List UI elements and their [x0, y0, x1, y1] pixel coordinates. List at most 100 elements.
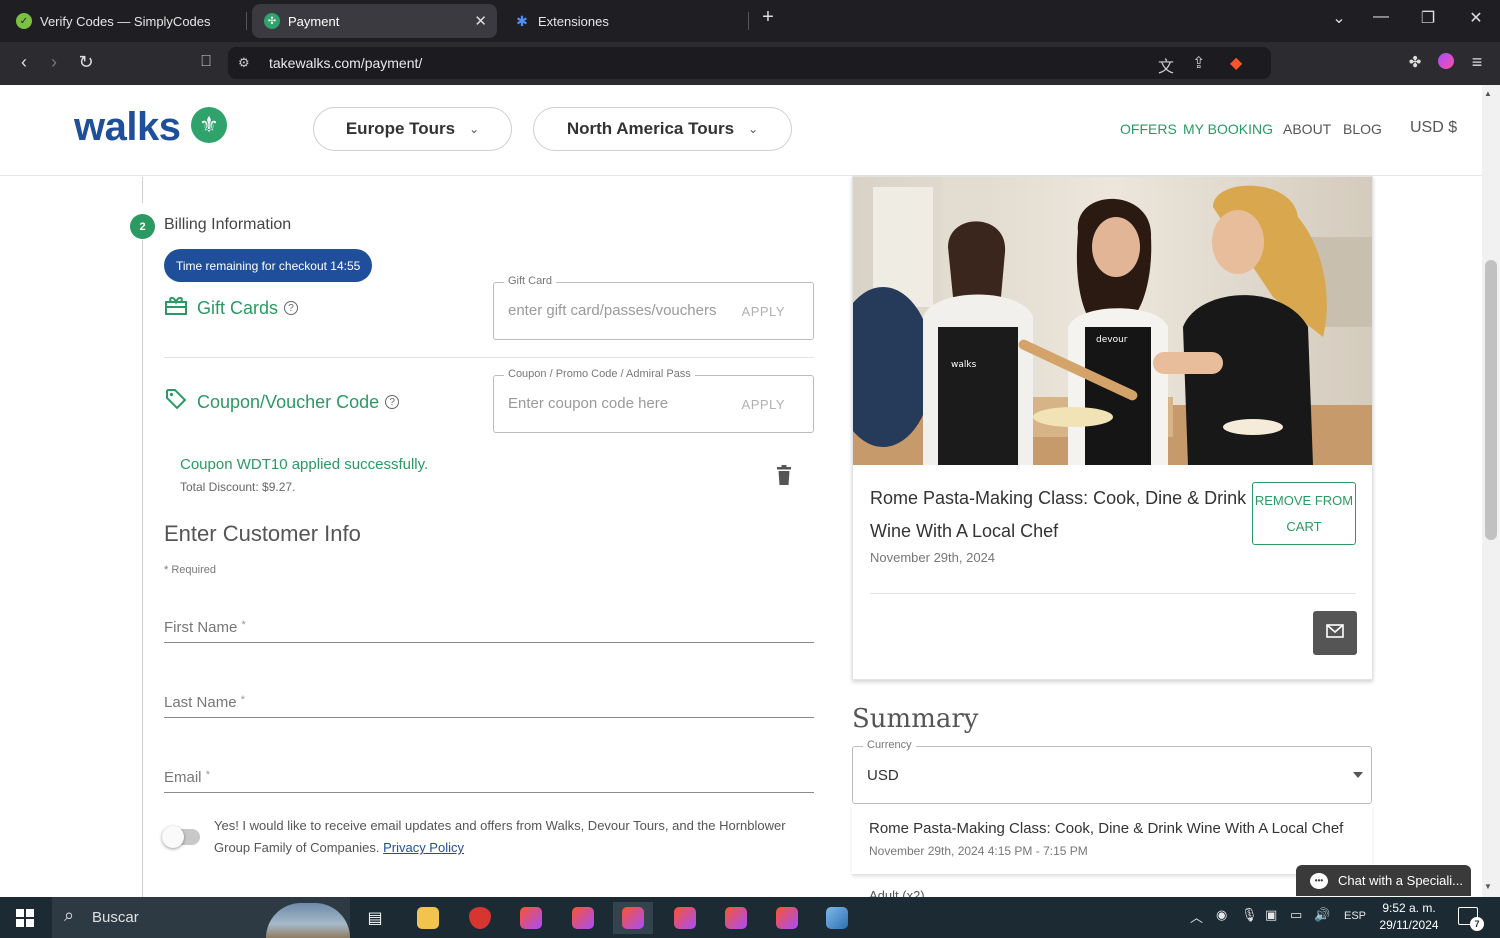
remove-from-cart-button[interactable]: REMOVE FROM CART: [1252, 482, 1356, 545]
nav-about[interactable]: ABOUT: [1283, 121, 1331, 137]
coupon-code-input[interactable]: Coupon / Promo Code / Admiral Pass Enter…: [493, 368, 814, 433]
help-icon[interactable]: ?: [385, 395, 400, 409]
tab-verify-codes[interactable]: ✓ Verify Codes — SimplyCodes: [4, 4, 242, 38]
cart-tour-name[interactable]: Rome Pasta-Making Class: Cook, Dine & Dr…: [870, 482, 1250, 548]
gift-card-apply-button[interactable]: APPLY: [742, 304, 785, 319]
email-optin-toggle[interactable]: [162, 826, 200, 848]
tab-title: Extensiones: [538, 13, 609, 29]
notification-center-icon[interactable]: 7: [1458, 907, 1484, 931]
scrollbar-thumb[interactable]: [1485, 260, 1497, 540]
search-icon: ⌕: [64, 905, 75, 925]
reload-button[interactable]: ↻: [74, 52, 98, 73]
brave-browser-icon[interactable]: [716, 902, 756, 934]
brave-rewards-icon[interactable]: [1434, 53, 1458, 74]
tray-chevron-up-icon[interactable]: ︿: [1190, 907, 1203, 926]
brave-browser-icon[interactable]: [563, 902, 603, 934]
card-divider: [870, 593, 1356, 594]
menu-icon[interactable]: ≡: [1465, 52, 1489, 73]
back-button[interactable]: ‹: [12, 52, 36, 73]
network-icon[interactable]: ▣: [1265, 907, 1277, 923]
email-field[interactable]: Email *: [164, 753, 814, 793]
summary-item-name: Rome Pasta-Making Class: Cook, Dine & Dr…: [869, 820, 1344, 837]
site-header: walks ⚜ Europe Tours ⌄ North America Tour…: [0, 85, 1482, 176]
brave-shields-icon[interactable]: ◆: [1230, 53, 1242, 73]
mail-icon: [1326, 623, 1344, 643]
brave-browser-icon[interactable]: [767, 902, 807, 934]
restore-button[interactable]: ❐: [1413, 8, 1443, 28]
nav-offers[interactable]: OFFERS: [1120, 121, 1177, 137]
brave-browser-icon[interactable]: [613, 902, 653, 934]
step-connector: [142, 240, 143, 897]
walks-logo[interactable]: walks: [74, 105, 181, 150]
windows-taskbar: ⌕ Buscar ▤ ︿ ◉ 🎙 ▣ ▭ 🔊 ESP 9:52 a. m. 29…: [0, 897, 1500, 938]
taskbar-clock[interactable]: 9:52 a. m. 29/11/2024: [1374, 900, 1444, 934]
section-divider: [164, 357, 814, 358]
scroll-down-icon[interactable]: ▼: [1484, 882, 1492, 891]
tab-list-chevron-icon[interactable]: ⌄: [1324, 8, 1354, 28]
chat-with-specialist-button[interactable]: ••• Chat with a Speciali...: [1296, 865, 1471, 896]
site-settings-icon[interactable]: ⚙: [238, 55, 250, 71]
coupon-section-label: Coupon/Voucher Code ?: [165, 388, 400, 416]
trash-icon[interactable]: [776, 465, 792, 485]
currency-selector[interactable]: USD $: [1410, 119, 1457, 137]
currency-select[interactable]: Currency USD: [852, 739, 1372, 804]
extensions-icon[interactable]: ✤: [1403, 53, 1427, 71]
close-tab-icon[interactable]: ✕: [474, 12, 487, 30]
simplycodes-icon: ✓: [16, 13, 32, 29]
nav-my-booking[interactable]: MY BOOKING: [1183, 121, 1273, 137]
meet-now-icon[interactable]: ◉: [1216, 907, 1227, 923]
tour-photo: walks devour: [853, 177, 1372, 465]
email-itinerary-button[interactable]: [1313, 611, 1357, 655]
coupon-legend: Coupon / Promo Code / Admiral Pass: [504, 368, 695, 380]
email-optin-text: Yes! I would like to receive email updat…: [214, 818, 786, 855]
volume-icon[interactable]: 🔊: [1314, 907, 1330, 923]
help-icon[interactable]: ?: [284, 301, 299, 315]
step-number-badge: 2: [130, 214, 155, 239]
brave-browser-icon[interactable]: [511, 902, 551, 934]
gift-card-input[interactable]: Gift Card enter gift card/passes/voucher…: [493, 275, 814, 340]
svg-text:devour: devour: [1096, 335, 1128, 345]
translate-icon[interactable]: 文: [1158, 53, 1174, 77]
url-text: takewalks.com/payment/: [269, 55, 423, 71]
privacy-policy-link[interactable]: Privacy Policy: [383, 840, 464, 855]
windows-start-icon[interactable]: [16, 909, 34, 927]
last-name-field[interactable]: Last Name *: [164, 678, 814, 718]
forward-button[interactable]: ›: [42, 52, 66, 73]
north-america-tours-dropdown[interactable]: North America Tours ⌄: [533, 107, 792, 151]
tab-payment[interactable]: ✣ Payment ✕: [252, 4, 497, 38]
search-highlight-image: [266, 903, 350, 938]
scroll-up-icon[interactable]: ▲: [1484, 89, 1492, 98]
bookmark-icon[interactable]: ⎕: [194, 53, 218, 71]
nav-blog[interactable]: BLOG: [1343, 121, 1382, 137]
display-icon[interactable]: ▭: [1290, 907, 1302, 923]
new-tab-button[interactable]: +: [753, 6, 783, 29]
shield-app-icon[interactable]: [460, 902, 500, 934]
first-name-field[interactable]: First Name *: [164, 603, 814, 643]
task-view-icon[interactable]: ▤: [355, 902, 395, 934]
language-indicator[interactable]: ESP: [1344, 910, 1366, 922]
summary-line-item: Rome Pasta-Making Class: Cook, Dine & Dr…: [852, 805, 1372, 875]
microphone-icon[interactable]: 🎙: [1241, 907, 1258, 923]
summary-title: Summary: [852, 704, 979, 734]
cart-item-card: walks devour Rome Pasta-Making Class: Co…: [852, 176, 1373, 680]
cart-tour-date: November 29th, 2024: [870, 550, 996, 565]
svg-text:walks: walks: [951, 360, 977, 370]
billing-step-title: Billing Information: [164, 216, 292, 233]
puzzle-icon: ✱: [516, 12, 528, 29]
required-note: * Required: [164, 564, 216, 576]
control-panel-icon[interactable]: [817, 902, 857, 934]
minimize-button[interactable]: —: [1366, 8, 1396, 26]
coupon-apply-button[interactable]: APPLY: [742, 397, 785, 412]
address-toolbar: ‹ › ↻ ⎕ ⚙ takewalks.com/payment/ 文 ⇪ ◆ ✤…: [0, 42, 1500, 85]
brave-browser-icon[interactable]: [665, 902, 705, 934]
checkout-timer-badge: Time remaining for checkout 14:55: [164, 249, 373, 282]
tab-extensions[interactable]: ✱ Extensiones: [502, 4, 742, 38]
close-window-button[interactable]: ✕: [1461, 8, 1491, 28]
file-explorer-icon[interactable]: [408, 902, 448, 934]
taskbar-search[interactable]: ⌕ Buscar: [52, 897, 350, 938]
share-icon[interactable]: ⇪: [1192, 53, 1205, 73]
coupon-success-message: Coupon WDT10 applied successfully.: [180, 456, 429, 473]
europe-tours-dropdown[interactable]: Europe Tours ⌄: [313, 107, 512, 151]
url-bar[interactable]: ⚙ takewalks.com/payment/ 文 ⇪ ◆: [228, 47, 1271, 79]
step-connector: [142, 177, 143, 203]
